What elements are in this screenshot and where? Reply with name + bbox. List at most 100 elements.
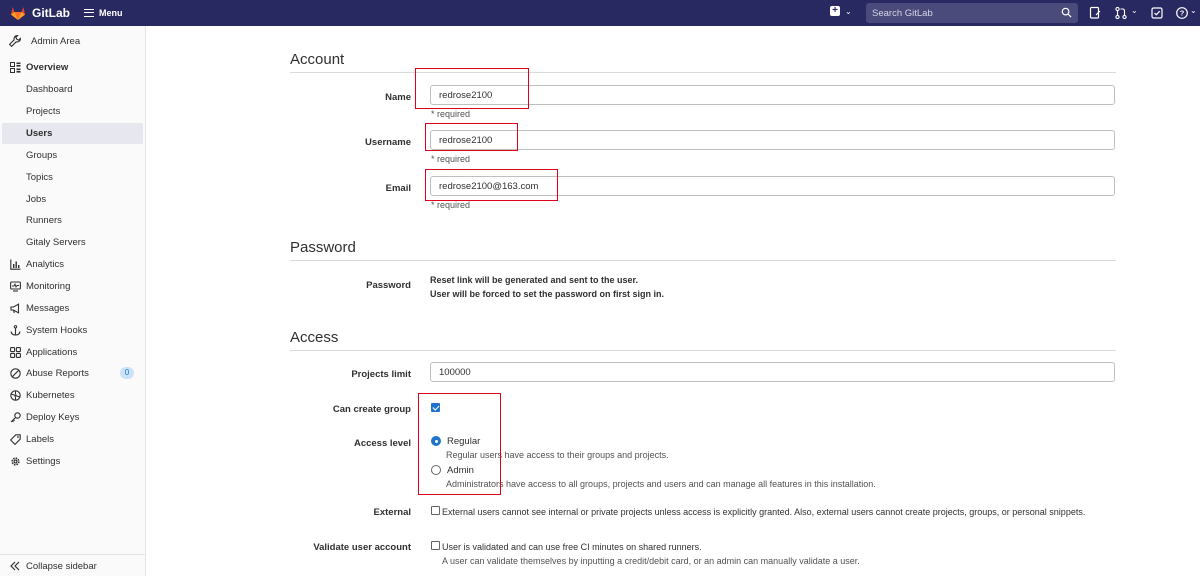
password-label: Password <box>366 280 411 291</box>
applications-icon <box>10 347 21 358</box>
search-input[interactable] <box>872 7 1052 19</box>
can-create-group-label: Can create group <box>332 404 411 415</box>
plus-square-icon: + <box>830 6 840 16</box>
overview-grid-icon <box>10 62 21 73</box>
abuse-report-icon <box>10 368 21 379</box>
email-label: Email <box>385 183 411 194</box>
sidebar-item-applications[interactable]: Applications <box>0 342 146 363</box>
sidebar-item-overview[interactable]: Overview <box>0 57 146 78</box>
merge-request-icon[interactable] <box>1114 6 1128 20</box>
access-section-title: Access <box>290 329 339 346</box>
double-chevron-left-icon <box>10 561 20 571</box>
issues-icon[interactable] <box>1088 6 1102 20</box>
gitlab-brand[interactable]: GitLab <box>32 6 70 20</box>
email-field[interactable] <box>430 176 1115 196</box>
sidebar-item-labels[interactable]: Labels <box>0 429 146 450</box>
sidebar-item-settings[interactable]: Settings <box>0 451 146 472</box>
svg-text:?: ? <box>1180 9 1185 18</box>
chevron-down-icon: ⌄ <box>845 6 852 16</box>
sidebar-item-label: Labels <box>26 434 54 445</box>
sidebar-item-label: Overview <box>26 62 69 73</box>
access-level-regular-radio[interactable] <box>431 436 441 446</box>
chevron-down-icon[interactable]: ⌄ <box>1190 6 1197 15</box>
key-icon <box>10 412 21 423</box>
chevron-down-icon[interactable]: ⌄ <box>1131 6 1138 15</box>
sidebar-item-projects[interactable]: Projects <box>0 101 146 122</box>
hamburger-icon <box>84 9 94 17</box>
sidebar-item-groups[interactable]: Groups <box>0 145 146 166</box>
sidebar-item-topics[interactable]: Topics <box>0 167 146 188</box>
sidebar-item-label: Deploy Keys <box>26 412 80 423</box>
sidebar-item-label: Jobs <box>26 194 47 205</box>
sidebar-item-jobs[interactable]: Jobs <box>0 189 146 210</box>
section-divider <box>290 72 1116 73</box>
sidebar-item-label: Projects <box>26 106 61 117</box>
sidebar-item-label: Applications <box>26 347 78 358</box>
validate-user-label: Validate user account <box>313 542 411 553</box>
name-required-hint: * required <box>431 109 471 119</box>
admin-area-title: Admin Area <box>31 35 81 47</box>
chart-icon <box>10 259 21 270</box>
validate-user-help: A user can validate themselves by inputt… <box>442 556 860 566</box>
sidebar-item-label: Monitoring <box>26 281 71 292</box>
username-label: Username <box>365 137 411 148</box>
search-box[interactable] <box>866 3 1078 23</box>
sidebar-item-analytics[interactable]: Analytics <box>0 254 146 275</box>
sidebar-item-label: Groups <box>26 150 58 161</box>
section-divider <box>290 260 1116 261</box>
search-icon <box>1061 7 1072 18</box>
sidebar-item-deploy-keys[interactable]: Deploy Keys <box>0 407 146 428</box>
access-level-admin-radio[interactable] <box>431 465 441 475</box>
projects-limit-label: Projects limit <box>351 369 411 380</box>
password-reset-note: Reset link will be generated and sent to… <box>430 273 664 301</box>
sidebar-item-label: Abuse Reports <box>26 368 89 379</box>
kubernetes-icon <box>10 390 21 401</box>
sidebar-item-abuse-reports[interactable]: Abuse Reports 0 <box>0 363 146 384</box>
sidebar-item-runners[interactable]: Runners <box>0 210 146 231</box>
validate-user-description[interactable]: User is validated and can use free CI mi… <box>442 542 702 552</box>
password-section-title: Password <box>290 239 356 256</box>
sidebar: Admin Area Overview Dashboard Projects U… <box>0 26 146 576</box>
sidebar-item-label: Settings <box>26 456 61 467</box>
access-level-regular-label[interactable]: Regular <box>447 436 480 447</box>
sidebar-item-system-hooks[interactable]: System Hooks <box>0 320 146 341</box>
collapse-sidebar-button[interactable]: Collapse sidebar <box>0 554 146 576</box>
sidebar-item-messages[interactable]: Messages <box>0 298 146 319</box>
sidebar-item-label: Messages <box>26 303 70 314</box>
sidebar-item-gitaly-servers[interactable]: Gitaly Servers <box>0 232 146 253</box>
username-field[interactable] <box>430 130 1115 150</box>
sidebar-item-label: Analytics <box>26 259 65 270</box>
menu-label: Menu <box>99 8 123 18</box>
menu-button[interactable]: Menu <box>84 5 123 21</box>
top-navbar: GitLab Menu + ⌄ ⌄ ? ⌄ <box>0 0 1200 26</box>
external-label: External <box>373 507 412 518</box>
access-level-admin-help: Administrators have access to all groups… <box>446 479 876 489</box>
collapse-sidebar-label: Collapse sidebar <box>26 561 97 572</box>
access-level-label: Access level <box>353 438 411 449</box>
sidebar-item-users[interactable]: Users <box>2 123 143 144</box>
anchor-icon <box>10 325 21 336</box>
projects-limit-field[interactable] <box>430 362 1115 382</box>
name-label: Name <box>385 92 411 103</box>
username-required-hint: * required <box>431 154 471 164</box>
sidebar-item-dashboard[interactable]: Dashboard <box>0 79 146 100</box>
create-new-button[interactable]: + ⌄ <box>830 6 852 16</box>
megaphone-icon <box>10 303 20 314</box>
sidebar-item-label: Topics <box>26 172 53 183</box>
external-description[interactable]: External users cannot see internal or pr… <box>442 507 1085 517</box>
todo-icon[interactable] <box>1150 6 1164 20</box>
validate-user-checkbox[interactable] <box>431 541 440 550</box>
monitor-icon <box>10 281 21 292</box>
sidebar-item-monitoring[interactable]: Monitoring <box>0 276 146 297</box>
sidebar-item-label: Runners <box>26 215 62 226</box>
sidebar-item-label: Dashboard <box>26 84 73 95</box>
access-level-admin-label[interactable]: Admin <box>447 465 474 476</box>
sidebar-item-kubernetes[interactable]: Kubernetes <box>0 385 146 406</box>
email-required-hint: * required <box>431 200 471 210</box>
name-field[interactable] <box>430 85 1115 105</box>
gitlab-logo-icon[interactable] <box>10 5 26 21</box>
help-icon[interactable]: ? <box>1175 6 1189 20</box>
can-create-group-checkbox[interactable] <box>431 403 440 412</box>
external-checkbox[interactable] <box>431 506 440 515</box>
sidebar-header[interactable]: Admin Area <box>8 34 80 48</box>
